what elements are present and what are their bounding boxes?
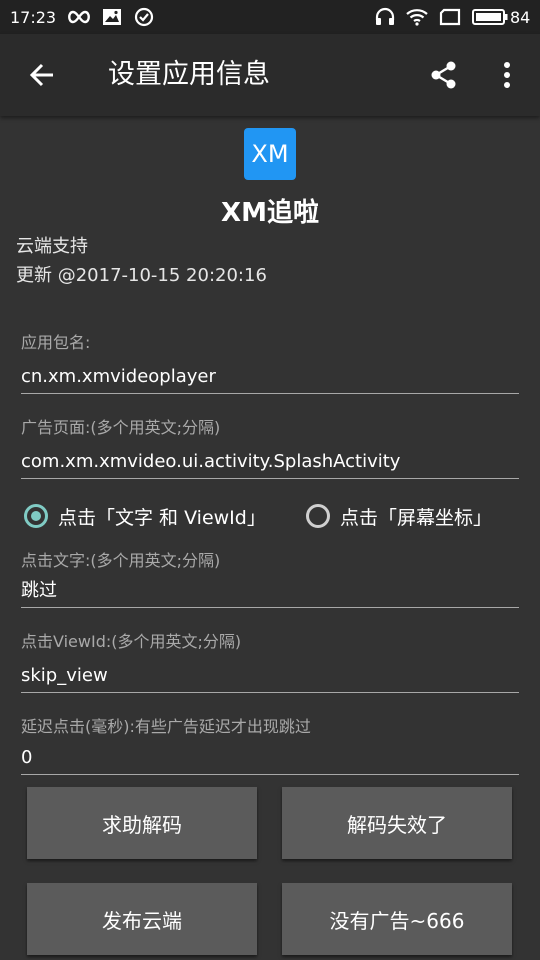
status-time: 17:23 xyxy=(10,7,57,27)
click-text-input[interactable]: 跳过 xyxy=(21,574,519,608)
delay-label: 延迟点击(毫秒):有些广告延迟才出现跳过 xyxy=(21,717,311,736)
page-title: 设置应用信息 xyxy=(108,59,270,90)
radio-checked-icon xyxy=(24,504,48,528)
publish-cloud-button[interactable]: 发布云端 xyxy=(27,883,257,955)
click-viewid-label: 点击ViewId:(多个用英文;分隔) xyxy=(21,632,242,651)
app-name: XM追啦 xyxy=(221,198,319,228)
radio-unchecked-icon xyxy=(306,504,330,528)
no-ads-button[interactable]: 没有广告~666 xyxy=(282,883,512,955)
infinity-icon xyxy=(66,0,92,34)
click-text-label: 点击文字:(多个用英文;分隔) xyxy=(21,551,221,570)
updated-timestamp: 更新 @2017-10-15 20:20:16 xyxy=(16,265,267,286)
cloud-support-text: 云端支持 xyxy=(16,236,88,257)
ad-page-label: 广告页面:(多个用英文;分隔) xyxy=(21,418,221,437)
radio-text-viewid[interactable]: 点击「文字 和 ViewId」 xyxy=(24,499,266,533)
check-circle-icon xyxy=(134,0,154,34)
radio-screen-coords[interactable]: 点击「屏幕坐标」 xyxy=(306,499,492,533)
battery-icon xyxy=(472,0,508,34)
back-arrow-icon[interactable] xyxy=(18,51,66,99)
delay-input[interactable]: 0 xyxy=(21,741,519,775)
status-bar: 17:23 84 xyxy=(0,0,540,34)
headset-icon xyxy=(374,0,396,34)
ad-page-input[interactable]: com.xm.xmvideo.ui.activity.SplashActivit… xyxy=(21,445,519,479)
package-input[interactable]: cn.xm.xmvideoplayer xyxy=(21,360,519,394)
app-logo: XM xyxy=(244,128,296,180)
radio-text-viewid-label: 点击「文字 和 ViewId」 xyxy=(58,506,266,529)
wifi-icon xyxy=(405,0,429,34)
app-bar: 设置应用信息 xyxy=(0,34,540,116)
image-icon xyxy=(102,0,122,34)
click-viewid-input[interactable]: skip_view xyxy=(21,659,519,693)
share-icon[interactable] xyxy=(420,51,468,99)
package-label: 应用包名: xyxy=(21,333,91,352)
battery-level: 84 xyxy=(510,7,531,27)
help-decode-button[interactable]: 求助解码 xyxy=(27,787,257,859)
sim-icon xyxy=(439,0,461,34)
decode-failed-button[interactable]: 解码失效了 xyxy=(282,787,512,859)
more-vert-icon[interactable] xyxy=(483,51,531,99)
radio-screen-coords-label: 点击「屏幕坐标」 xyxy=(340,506,493,529)
